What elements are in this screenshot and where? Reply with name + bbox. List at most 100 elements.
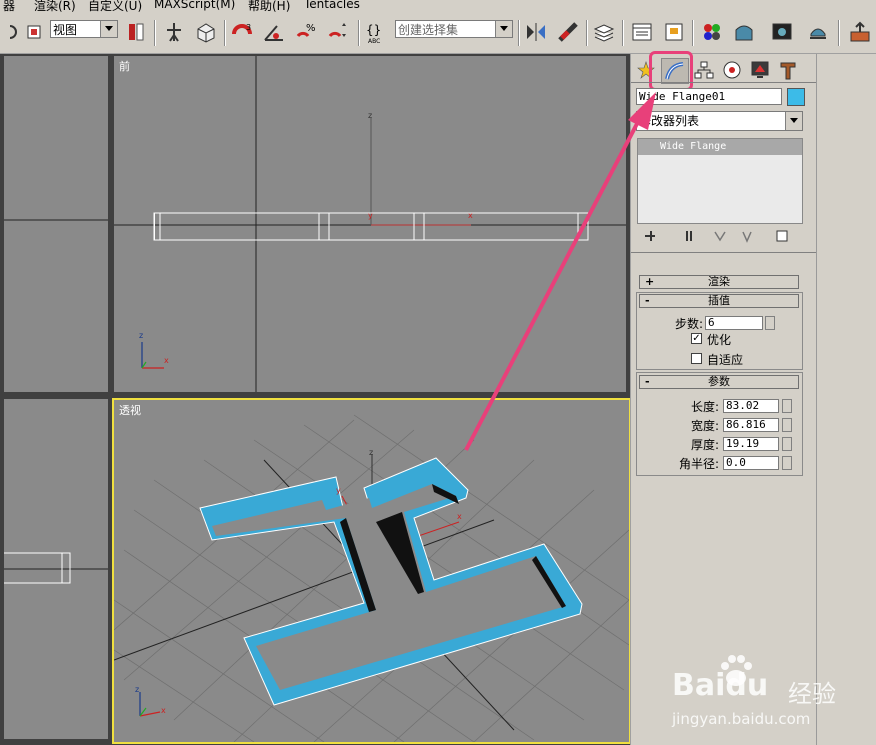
highlight-box	[649, 51, 693, 91]
display-tab-icon[interactable]	[749, 59, 771, 81]
chevron-down-icon	[495, 21, 512, 37]
optimize-label: 优化	[707, 333, 732, 347]
steps-spinner[interactable]	[765, 316, 775, 330]
percent-snap-icon[interactable]: %	[294, 20, 318, 44]
svg-text:%: %	[306, 23, 316, 34]
menu-item-customize[interactable]: 自定义(U)	[88, 0, 142, 12]
toolbar-separator	[692, 20, 694, 46]
angle-snap-icon[interactable]	[262, 20, 286, 44]
collapse-minus-icon: -	[645, 375, 650, 388]
modifier-stack-list[interactable]: Wide Flange	[637, 138, 803, 224]
front-axis-y-label: y	[368, 211, 373, 220]
panel-divider	[631, 252, 817, 253]
curve-editor-icon[interactable]	[630, 20, 654, 44]
axis-tripod-icon	[141, 342, 164, 369]
keyboard-shortcut-icon[interactable]	[194, 20, 218, 44]
render-rollout-header[interactable]: + 渲染	[639, 275, 799, 289]
width-input[interactable]: 86.816	[723, 418, 779, 432]
view-combo[interactable]: 视图	[50, 20, 118, 38]
utilities-tab-icon[interactable]	[777, 59, 799, 81]
viewport-front[interactable]: 前 z y x z x	[114, 56, 626, 392]
width-spinner[interactable]	[782, 418, 792, 432]
watermark-brand: Baidu	[672, 668, 769, 703]
corner-radius-label: 角半径:	[678, 457, 719, 471]
thickness-spinner[interactable]	[782, 437, 792, 451]
layer-manager-icon[interactable]	[592, 20, 616, 44]
toolbar-separator	[838, 20, 840, 46]
optimize-checkbox[interactable]: ✓	[691, 333, 702, 344]
manipulate-icon[interactable]	[162, 20, 186, 44]
front-axis-z-label: z	[368, 111, 373, 120]
persp-axis-x-label: x	[457, 512, 462, 521]
front-axis-x-label: x	[468, 211, 473, 220]
adaptive-checkbox[interactable]	[691, 353, 702, 364]
viewport-top-left[interactable]	[4, 56, 108, 392]
persp-axis-z-label: z	[369, 448, 374, 457]
stack-item-wide-flange[interactable]: Wide Flange	[638, 139, 802, 155]
right-scroll-strip[interactable]	[816, 54, 876, 745]
remove-modifier-icon	[742, 231, 752, 243]
interp-rollout-header[interactable]: - 插值	[639, 294, 799, 308]
viewport-bottom-left[interactable]	[4, 399, 108, 739]
wide-flange-perspective-shape	[199, 457, 583, 706]
corner-radius-input[interactable]: 0.0	[723, 456, 779, 470]
undo-icon[interactable]	[0, 20, 24, 44]
thickness-input[interactable]: 19.19	[723, 437, 779, 451]
stack-tools-bar	[645, 230, 788, 243]
menu-item-help[interactable]: 帮助(H)	[248, 0, 290, 12]
quick-render-icon[interactable]	[806, 20, 830, 44]
rendered-frame-window-icon[interactable]	[770, 20, 794, 44]
menu-item-editors[interactable]: 器	[3, 0, 15, 12]
mirror-icon[interactable]	[524, 20, 548, 44]
motion-tab-icon[interactable]	[721, 59, 743, 81]
tripod-z-label: z	[135, 685, 140, 694]
toolbar-separator	[224, 20, 226, 46]
toolbar-separator	[518, 20, 520, 46]
watermark-jingyan: 经验	[788, 680, 836, 708]
length-label: 长度:	[690, 400, 719, 414]
viewport-area: 前 z y x z x 透视 z y x z x	[0, 54, 631, 745]
viewport-perspective[interactable]: 透视 z y x z x	[112, 398, 631, 744]
spinner-snap-icon[interactable]	[326, 20, 350, 44]
object-color-swatch[interactable]	[787, 88, 805, 106]
chevron-down-icon	[785, 112, 802, 130]
length-input[interactable]: 83.02	[723, 399, 779, 413]
corner-radius-spinner[interactable]	[782, 456, 792, 470]
toolbar-separator	[154, 20, 156, 46]
schematic-view-icon[interactable]	[662, 20, 686, 44]
tab-divider	[631, 82, 817, 83]
tripod-z-label: z	[139, 331, 144, 340]
menu-bar: 器 渲染(R) 自定义(U) MAXScript(M) 帮助(H) Tentac…	[0, 0, 876, 12]
menu-item-maxscript[interactable]: MAXScript(M)	[154, 0, 235, 11]
baidu-watermark: Baidu 经验 jingyan.baidu.com	[668, 648, 868, 738]
params-rollout-header[interactable]: - 参数	[639, 375, 799, 389]
object-name-field[interactable]: Wide Flange01	[636, 88, 782, 105]
modifier-list-combo[interactable]: 修改器列表	[636, 111, 803, 131]
toolbar-separator	[358, 20, 360, 46]
svg-text:{}: {}	[366, 23, 381, 37]
collapse-minus-icon: -	[645, 294, 650, 307]
select-object-icon[interactable]	[22, 20, 46, 44]
steps-input[interactable]: 6	[705, 316, 763, 330]
length-spinner[interactable]	[782, 399, 792, 413]
align-icon[interactable]	[556, 20, 580, 44]
hierarchy-tab-icon[interactable]	[693, 59, 715, 81]
snap-3d-icon[interactable]: 3	[230, 20, 254, 44]
named-selection-combo[interactable]: 创建选择集	[395, 20, 513, 38]
persp-axis-y-label: y	[336, 486, 341, 495]
viewport-grid	[4, 552, 108, 584]
toolbar-separator	[586, 20, 588, 46]
thickness-label: 厚度:	[690, 438, 719, 452]
abc-label: ABC	[368, 38, 381, 45]
menu-item-tentacles[interactable]: Tentacles	[304, 0, 360, 11]
toolbar-separator	[622, 20, 624, 46]
material-editor-icon[interactable]	[700, 20, 724, 44]
expand-plus-icon: +	[645, 275, 655, 288]
render-setup-icon[interactable]	[732, 20, 756, 44]
menu-item-render[interactable]: 渲染(R)	[34, 0, 76, 12]
export-icon[interactable]	[848, 20, 872, 44]
pivot-icon[interactable]	[124, 20, 148, 44]
adaptive-label: 自适应	[707, 353, 744, 367]
make-unique-icon	[714, 231, 726, 242]
show-end-result-icon	[686, 231, 692, 241]
